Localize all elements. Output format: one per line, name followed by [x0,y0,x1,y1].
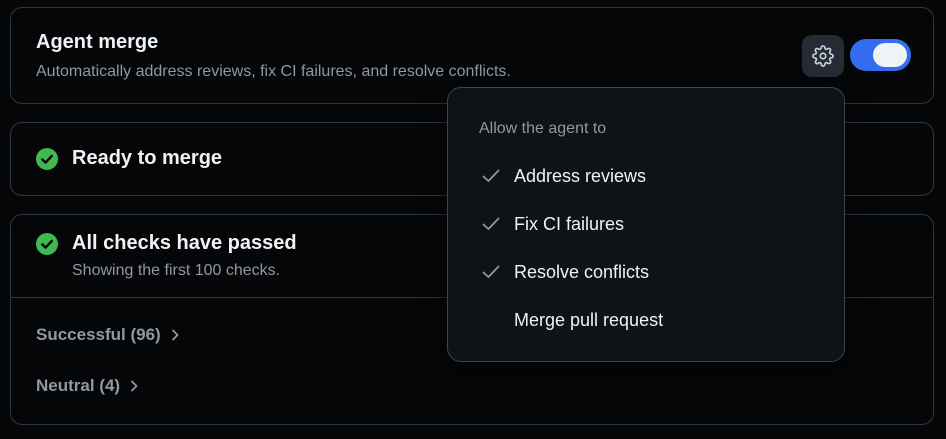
chevron-right-icon [169,328,181,342]
page: Agent merge Automatically address review… [0,0,946,439]
neutral-checks-group[interactable]: Neutral (4) [36,376,140,396]
group-label: Successful (96) [36,325,161,344]
menu-heading: Allow the agent to [479,120,607,137]
group-label: Neutral (4) [36,376,121,395]
gear-icon [812,45,834,67]
agent-merge-description: Automatically address reviews, fix CI fa… [36,63,511,80]
menu-item-label: Address reviews [514,165,647,186]
menu-item-merge-pull-request[interactable]: Merge pull request [448,300,844,340]
agent-merge-title: Agent merge [36,31,159,53]
checks-subtitle: Showing the first 100 checks. [72,262,281,279]
agent-settings-button[interactable] [802,35,844,77]
toggle-knob [873,43,907,67]
checks-status-row: All checks have passed [36,232,297,255]
menu-item-address-reviews[interactable]: Address reviews [448,156,844,196]
agent-merge-toggle[interactable] [850,39,911,71]
check-circle-icon [36,232,58,255]
check-circle-icon [36,147,58,170]
menu-item-label: Merge pull request [514,309,664,330]
menu-item-fix-ci-failures[interactable]: Fix CI failures [448,204,844,244]
check-icon [482,217,500,230]
successful-checks-group[interactable]: Successful (96) [36,325,181,345]
check-icon [482,169,500,182]
agent-permissions-menu: Allow the agent to Address reviews Fix C… [447,87,845,362]
ready-to-merge-title: Ready to merge [72,147,223,169]
checks-title: All checks have passed [72,232,297,254]
menu-item-resolve-conflicts[interactable]: Resolve conflicts [448,252,844,292]
check-icon [482,265,500,278]
menu-item-label: Resolve conflicts [514,261,650,282]
chevron-right-icon [128,379,140,393]
menu-item-label: Fix CI failures [514,213,625,234]
ready-status-row: Ready to merge [36,147,222,170]
